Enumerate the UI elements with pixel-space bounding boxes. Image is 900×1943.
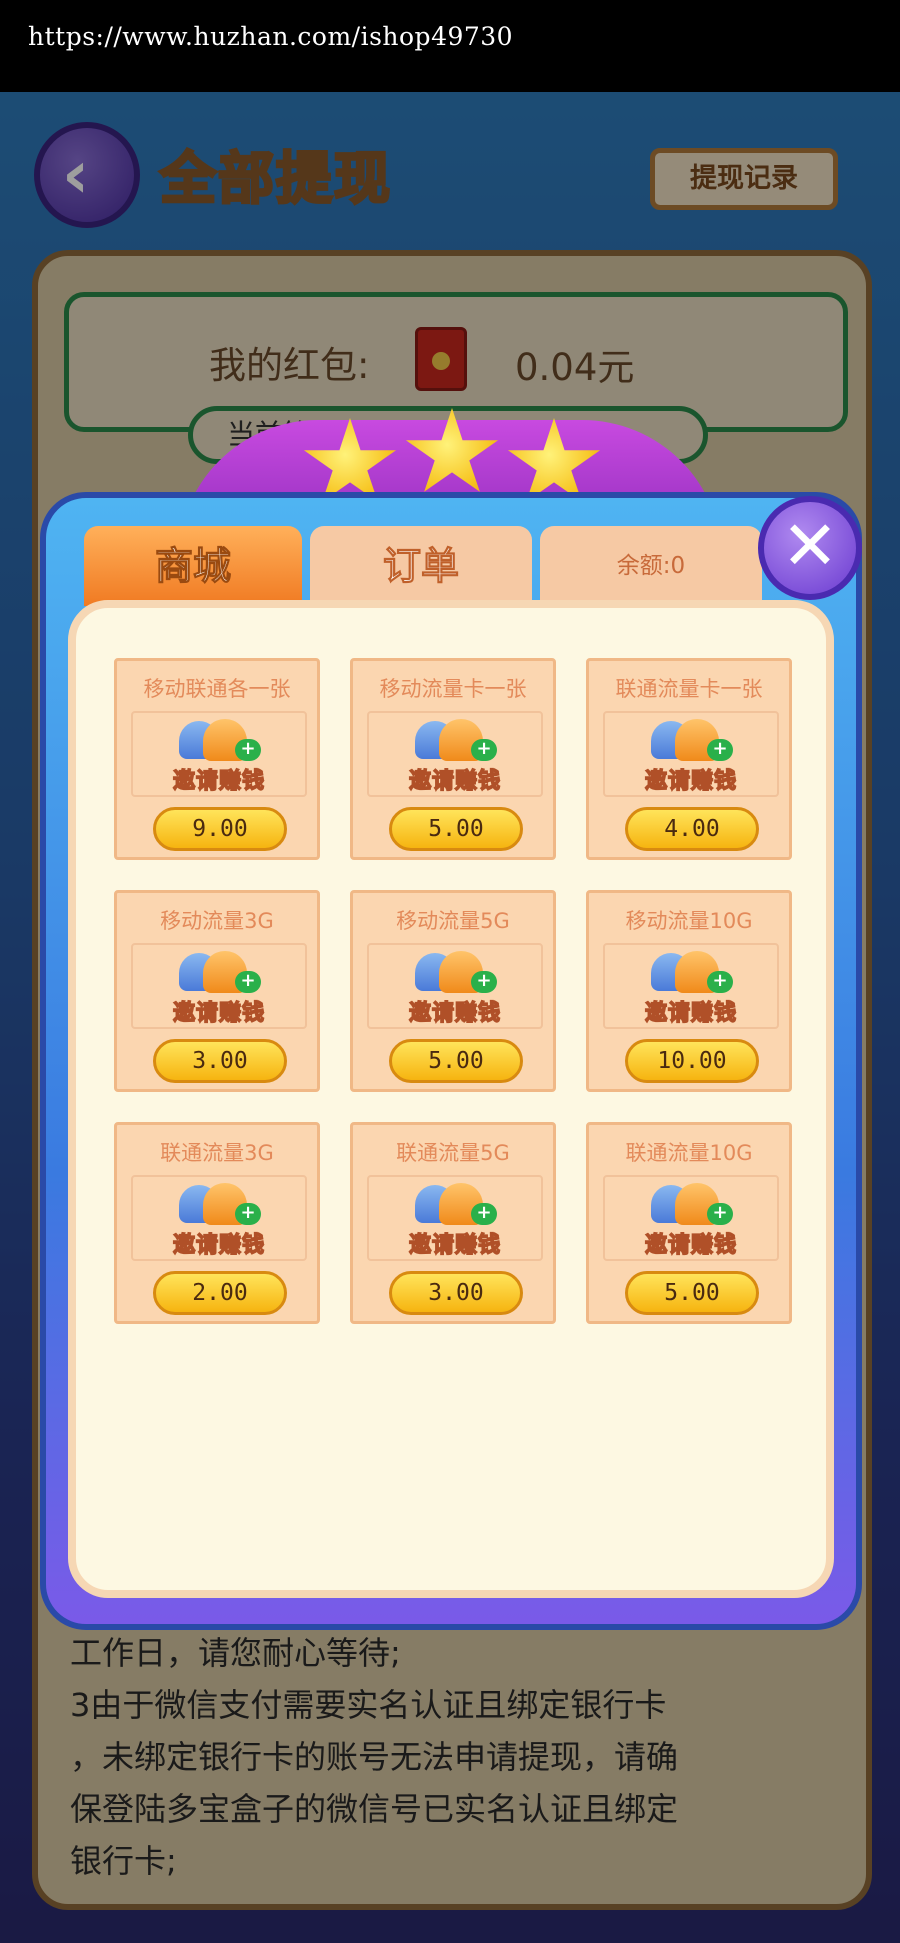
invite-earn-label: 邀请赚钱 [172, 1000, 265, 1027]
add-friends-icon: + [179, 715, 265, 763]
shop-item-title: 移动流量10G [625, 909, 753, 933]
price-button[interactable]: 4.00 [625, 807, 759, 851]
invite-earn-label: 邀请赚钱 [172, 768, 265, 795]
shop-item-title: 联通流量3G [160, 1141, 274, 1165]
shop-item-card[interactable]: 联通流量卡一张 + 邀请赚钱 4.00 [586, 658, 792, 860]
invite-earn-banner[interactable]: + 邀请赚钱 [603, 711, 779, 797]
tab-mall[interactable]: 商城 [84, 526, 302, 606]
shop-item-card[interactable]: 移动流量卡一张 + 邀请赚钱 5.00 [350, 658, 556, 860]
shop-item-card[interactable]: 移动流量10G + 邀请赚钱 10.00 [586, 890, 792, 1092]
star-icon [405, 408, 499, 492]
shop-item-title: 联通流量10G [625, 1141, 753, 1165]
invite-earn-label: 邀请赚钱 [644, 768, 737, 795]
tab-orders[interactable]: 订单 [310, 526, 532, 606]
add-friends-icon: + [415, 947, 501, 995]
invite-earn-label: 邀请赚钱 [408, 768, 501, 795]
shop-item-card[interactable]: 移动流量5G + 邀请赚钱 5.00 [350, 890, 556, 1092]
shop-item-card[interactable]: 移动联通各一张 + 邀请赚钱 9.00 [114, 658, 320, 860]
add-friends-icon: + [651, 715, 737, 763]
shop-grid: 移动联通各一张 + 邀请赚钱 9.00 移动流量卡一张 + 邀请赚钱 5.00 联通流量卡一张 +… [68, 600, 834, 1598]
price-button[interactable]: 5.00 [389, 807, 523, 851]
invite-earn-label: 邀请赚钱 [408, 1232, 501, 1259]
invite-earn-banner[interactable]: + 邀请赚钱 [603, 943, 779, 1029]
shop-item-title: 联通流量卡一张 [615, 677, 763, 701]
shop-item-card[interactable]: 联通流量3G + 邀请赚钱 2.00 [114, 1122, 320, 1324]
balance-display: 余额:0 [540, 526, 762, 606]
invite-earn-banner[interactable]: + 邀请赚钱 [131, 1175, 307, 1261]
add-friends-icon: + [415, 1179, 501, 1227]
browser-bar: https://www.huzhan.com/ishop49730 [0, 0, 900, 92]
shop-item-card[interactable]: 移动流量3G + 邀请赚钱 3.00 [114, 890, 320, 1092]
add-friends-icon: + [651, 1179, 737, 1227]
invite-earn-banner[interactable]: + 邀请赚钱 [131, 711, 307, 797]
shop-item-title: 联通流量5G [396, 1141, 510, 1165]
shop-modal: 商城 订单 余额:0 移动联通各一张 + 邀请赚钱 9.00 移动流量卡一张 + 邀请赚钱 5… [40, 492, 862, 1630]
price-button[interactable]: 10.00 [625, 1039, 759, 1083]
shop-item-card[interactable]: 联通流量10G + 邀请赚钱 5.00 [586, 1122, 792, 1324]
shop-item-title: 移动流量3G [160, 909, 274, 933]
close-button[interactable]: ✕ [758, 496, 862, 600]
invite-earn-banner[interactable]: + 邀请赚钱 [603, 1175, 779, 1261]
invite-earn-label: 邀请赚钱 [408, 1000, 501, 1027]
invite-earn-banner[interactable]: + 邀请赚钱 [367, 943, 543, 1029]
invite-earn-label: 邀请赚钱 [644, 1232, 737, 1259]
shop-item-card[interactable]: 联通流量5G + 邀请赚钱 3.00 [350, 1122, 556, 1324]
price-button[interactable]: 5.00 [389, 1039, 523, 1083]
url-text: https://www.huzhan.com/ishop49730 [28, 22, 514, 51]
invite-earn-label: 邀请赚钱 [172, 1232, 265, 1259]
invite-earn-label: 邀请赚钱 [644, 1000, 737, 1027]
price-button[interactable]: 9.00 [153, 807, 287, 851]
price-button[interactable]: 3.00 [389, 1271, 523, 1315]
add-friends-icon: + [651, 947, 737, 995]
price-button[interactable]: 5.00 [625, 1271, 759, 1315]
shop-item-title: 移动流量卡一张 [379, 677, 527, 701]
invite-earn-banner[interactable]: + 邀请赚钱 [367, 1175, 543, 1261]
price-button[interactable]: 2.00 [153, 1271, 287, 1315]
shop-item-title: 移动流量5G [396, 909, 510, 933]
close-icon: ✕ [781, 507, 839, 586]
add-friends-icon: + [179, 947, 265, 995]
shop-item-title: 移动联通各一张 [143, 677, 291, 701]
invite-earn-banner[interactable]: + 邀请赚钱 [367, 711, 543, 797]
invite-earn-banner[interactable]: + 邀请赚钱 [131, 943, 307, 1029]
add-friends-icon: + [179, 1179, 265, 1227]
add-friends-icon: + [415, 715, 501, 763]
price-button[interactable]: 3.00 [153, 1039, 287, 1083]
